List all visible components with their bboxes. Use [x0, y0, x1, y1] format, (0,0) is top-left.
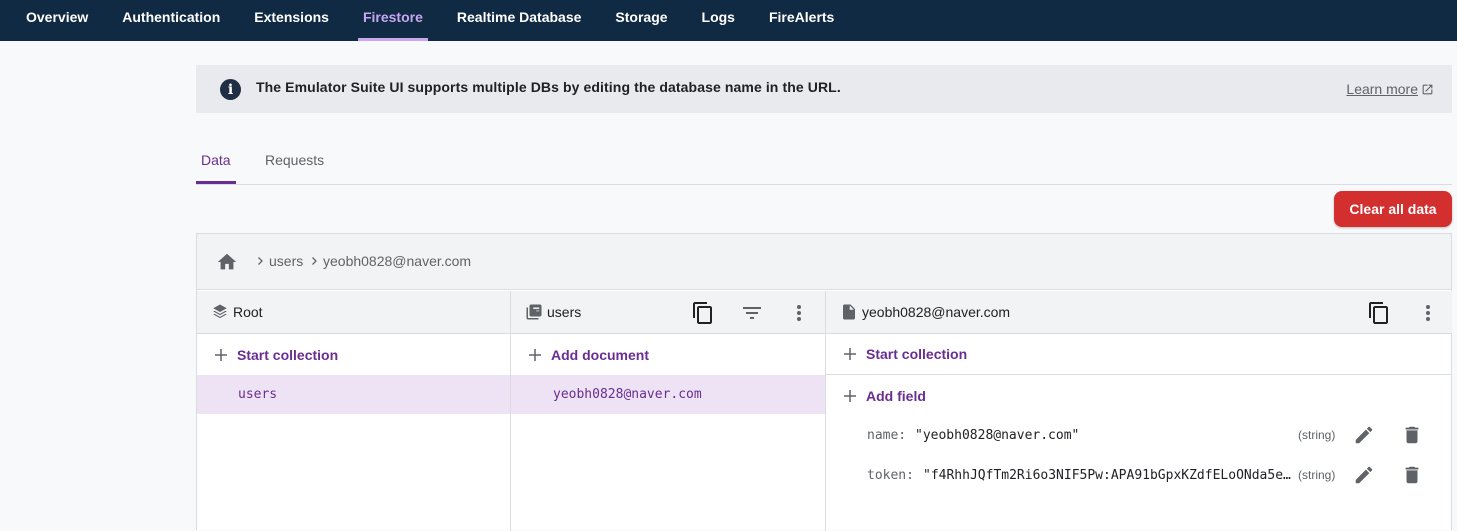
field-key: token: [867, 468, 914, 483]
field-value: "yeobh0828@naver.com" [915, 428, 1080, 443]
external-link-icon [1422, 84, 1433, 94]
root-column-header: Root [197, 291, 510, 334]
filter-icon[interactable] [740, 301, 764, 325]
add-field-button[interactable]: Add field [826, 375, 1452, 416]
tab-requests[interactable]: Requests [265, 152, 324, 168]
banner-text: The Emulator Suite UI supports multiple … [256, 79, 841, 95]
collection-column: users Add document yeobh0828@naver.com [511, 291, 826, 531]
document-column-header: yeobh0828@naver.com [826, 291, 1452, 334]
tab-realtime-database[interactable]: Realtime Database [440, 0, 599, 41]
data-panel: users yeobh0828@naver.com Root Start col… [196, 233, 1452, 531]
delete-icon[interactable] [1401, 464, 1423, 486]
copy-icon[interactable] [1367, 301, 1391, 325]
document-id: yeobh0828@naver.com [553, 387, 702, 402]
plus-icon [844, 348, 856, 360]
info-icon: i [220, 79, 241, 100]
collection-column-header: users [511, 291, 825, 334]
field-row-name: name: "yeobh0828@naver.com" (string) [826, 415, 1452, 455]
more-vert-icon[interactable] [787, 301, 811, 325]
add-document-button[interactable]: Add document [511, 334, 825, 375]
list-item-users[interactable]: users [197, 375, 510, 414]
clear-all-data-button[interactable]: Clear all data [1334, 191, 1452, 227]
info-banner: i The Emulator Suite UI supports multipl… [196, 65, 1452, 113]
breadcrumb-item-document[interactable]: yeobh0828@naver.com [308, 253, 471, 269]
plus-icon [529, 348, 541, 361]
layers-icon [213, 304, 227, 319]
copy-icon[interactable] [691, 301, 715, 325]
plus-icon [844, 389, 856, 402]
field-key: name: [867, 428, 907, 443]
collection-icon [526, 304, 542, 320]
field-type: (string) [1298, 468, 1336, 482]
tab-firealerts[interactable]: FireAlerts [752, 0, 851, 41]
collection-name: users [238, 387, 278, 402]
active-tab-indicator [196, 181, 236, 184]
tab-firestore[interactable]: Firestore [357, 0, 428, 41]
start-collection-label: Start collection [237, 346, 339, 363]
field-type: (string) [1298, 428, 1336, 442]
home-icon[interactable] [216, 251, 238, 273]
field-value: "f4RhhJQfTm2Ri6o3NIF5Pw:APA91bGpxKZdfELo… [923, 468, 1291, 483]
collection-title: users [547, 304, 582, 320]
start-collection-button[interactable]: Start collection [197, 334, 510, 375]
tab-data[interactable]: Data [201, 152, 231, 168]
root-column: Root Start collection users [197, 291, 511, 531]
start-subcollection-button[interactable]: Start collection [826, 334, 1452, 375]
more-vert-icon[interactable] [1416, 301, 1440, 325]
breadcrumb-label: yeobh0828@naver.com [323, 253, 472, 269]
top-nav: Overview Authentication Extensions Fires… [0, 0, 1457, 41]
tab-overview[interactable]: Overview [0, 0, 105, 41]
root-title: Root [233, 304, 263, 320]
add-field-label: Add field [866, 387, 926, 404]
document-icon [843, 304, 855, 320]
chevron-right-icon [312, 257, 317, 265]
learn-more-link[interactable]: Learn more [1346, 81, 1434, 97]
edit-icon[interactable] [1353, 464, 1375, 486]
tab-authentication[interactable]: Authentication [105, 0, 237, 41]
start-collection-label: Start collection [866, 346, 968, 362]
document-title: yeobh0828@naver.com [862, 304, 1011, 320]
tab-logs[interactable]: Logs [685, 0, 752, 41]
learn-more-label: Learn more [1346, 81, 1418, 97]
edit-icon[interactable] [1353, 424, 1375, 446]
delete-icon[interactable] [1401, 424, 1423, 446]
document-column: yeobh0828@naver.com Start collection Add… [826, 291, 1452, 531]
list-item-document[interactable]: yeobh0828@naver.com [511, 375, 825, 414]
breadcrumb-item-users[interactable]: users [254, 253, 303, 269]
field-row-token: token: "f4RhhJQfTm2Ri6o3NIF5Pw:APA91bGpx… [826, 455, 1452, 495]
tab-storage[interactable]: Storage [598, 0, 684, 41]
add-document-label: Add document [551, 346, 649, 363]
plus-icon [215, 348, 227, 361]
tab-extensions[interactable]: Extensions [237, 0, 346, 41]
breadcrumb: users yeobh0828@naver.com [197, 234, 1451, 290]
chevron-right-icon [258, 257, 263, 265]
sub-tabs: Data Requests [196, 140, 1452, 185]
breadcrumb-label: users [269, 253, 304, 269]
